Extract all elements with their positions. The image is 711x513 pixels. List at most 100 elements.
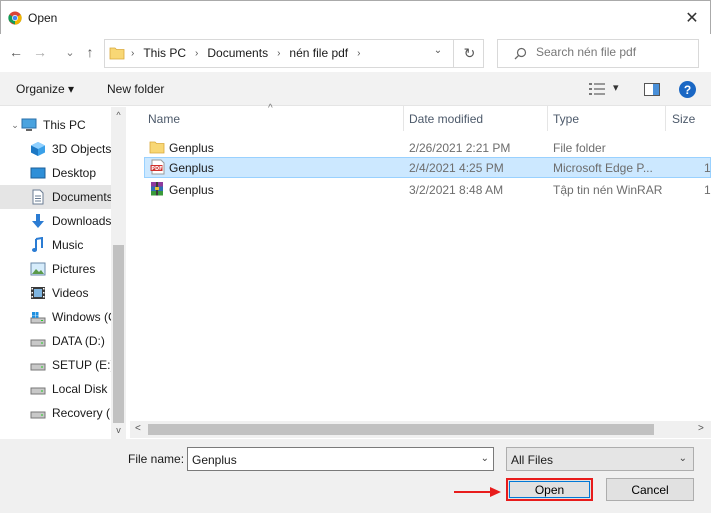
chevron-right-icon[interactable]: › (131, 48, 134, 59)
pdf-icon: PDF (150, 159, 165, 175)
document-icon (32, 189, 44, 205)
view-dropdown-icon[interactable]: ▾ (613, 81, 619, 94)
sidebar-item-pictures[interactable]: Pictures (0, 257, 111, 281)
breadcrumb-documents[interactable]: Documents (207, 46, 268, 60)
desktop-icon (30, 167, 46, 179)
file-row-pdf[interactable]: PDF Genplus 2/4/2021 4:25 PM Microsoft E… (144, 157, 711, 178)
chevron-down-icon: ⌄ (433, 45, 443, 56)
sidebar-scrollbar[interactable]: ^ v (111, 107, 126, 439)
help-icon: ? (683, 82, 692, 97)
column-size[interactable]: Size (672, 112, 695, 126)
recent-locations-button[interactable]: ⌄ (62, 44, 78, 60)
sidebar-item-music[interactable]: Music (0, 233, 111, 257)
chrome-icon (8, 11, 22, 25)
file-size: 1 (704, 161, 711, 175)
file-type-filter[interactable]: All Files ⌄ (506, 447, 694, 471)
download-icon (32, 214, 44, 228)
chevron-down-icon[interactable]: ⌄ (481, 453, 489, 464)
file-name: Genplus (169, 161, 214, 175)
window-title: Open (28, 11, 58, 25)
address-bar[interactable]: › This PC › Documents › nén file pdf › ⌄… (104, 39, 484, 68)
sidebar-item-documents[interactable]: Documents (0, 185, 111, 209)
view-options-icon[interactable] (589, 83, 605, 95)
file-list-horizontal-scrollbar[interactable]: < > (130, 421, 711, 438)
folder-icon (109, 47, 125, 60)
horizontal-scroll-thumb[interactable] (148, 424, 654, 435)
column-divider[interactable] (665, 106, 666, 131)
sidebar-item-downloads[interactable]: Downloads (0, 209, 111, 233)
annotation-arrow-icon (454, 487, 501, 497)
column-divider[interactable] (403, 106, 404, 131)
refresh-button[interactable]: ↻ (453, 40, 485, 67)
file-date: 3/2/2021 8:48 AM (409, 183, 504, 197)
drive-icon (30, 411, 46, 419)
title-bar: Open ✕ (0, 0, 711, 34)
address-history-dropdown[interactable]: ⌄ (428, 45, 448, 56)
sidebar-item-desktop[interactable]: Desktop (0, 161, 111, 185)
file-name-field[interactable]: Genplus ⌄ (187, 447, 494, 471)
scroll-right-icon[interactable]: > (698, 423, 704, 434)
scroll-up-icon[interactable]: ^ (111, 110, 126, 120)
sidebar-item-label: Local Disk ( (52, 382, 111, 396)
arrow-right-icon: → (33, 44, 47, 60)
cube-icon (31, 142, 45, 156)
sidebar-item-label: Music (52, 238, 84, 252)
file-type-filter-value: All Files (511, 453, 554, 467)
sidebar-item-label: DATA (D:) (52, 334, 105, 348)
column-type[interactable]: Type (553, 112, 579, 126)
column-name[interactable]: Name (148, 112, 180, 126)
sidebar-item-label: Pictures (52, 262, 96, 276)
back-button[interactable]: ← (8, 44, 24, 60)
sidebar-item-label: 3D Objects (52, 142, 111, 156)
file-name-value[interactable]: Genplus (192, 453, 237, 467)
chevron-down-icon[interactable]: ⌄ (679, 453, 687, 464)
help-button[interactable]: ? (679, 81, 696, 98)
search-box[interactable] (497, 39, 699, 68)
file-type: Tập tin nén WinRAR (553, 183, 663, 197)
breadcrumb-this-pc[interactable]: This PC (143, 46, 186, 60)
navigation-pane: ⌄ This PC 3D Objects Desktop Documents D… (0, 107, 126, 439)
refresh-icon: ↻ (463, 45, 476, 61)
column-divider[interactable] (547, 106, 548, 131)
breadcrumb-current-folder[interactable]: nén file pdf (289, 46, 348, 60)
file-name: Genplus (169, 183, 214, 197)
sidebar-item-this-pc[interactable]: ⌄ This PC (0, 113, 111, 137)
sort-ascending-icon: ^ (268, 103, 273, 114)
organize-menu[interactable]: Organize ▾ (16, 82, 74, 96)
dialog-footer: File name: Genplus ⌄ All Files ⌄ Open Ca… (0, 439, 711, 513)
file-row-archive[interactable]: Genplus 3/2/2021 8:48 AM Tập tin nén Win… (144, 179, 711, 200)
scroll-left-icon[interactable]: < (135, 423, 141, 434)
sidebar-item-local-disk[interactable]: Local Disk ( (0, 377, 111, 401)
chevron-down-icon[interactable]: ⌄ (9, 120, 21, 131)
sidebar-scroll-thumb[interactable] (113, 245, 124, 423)
sidebar-item-videos[interactable]: Videos (0, 281, 111, 305)
column-date-modified[interactable]: Date modified (409, 112, 483, 126)
sidebar-item-3d-objects[interactable]: 3D Objects (0, 137, 111, 161)
file-row-folder[interactable]: Genplus 2/26/2021 2:21 PM File folder (144, 137, 711, 158)
preview-pane-icon[interactable] (644, 83, 660, 96)
sidebar-item-recovery[interactable]: Recovery (H (0, 401, 111, 425)
svg-text:PDF: PDF (151, 166, 162, 172)
sidebar-item-setup-e[interactable]: SETUP (E:) (0, 353, 111, 377)
open-button[interactable]: Open (506, 478, 593, 501)
file-name: Genplus (169, 141, 214, 155)
sidebar-item-label: This PC (43, 118, 86, 132)
search-input[interactable] (536, 45, 694, 59)
scroll-down-icon[interactable]: v (111, 425, 126, 435)
file-name-label: File name: (128, 452, 185, 466)
music-icon (32, 237, 43, 252)
cancel-button[interactable]: Cancel (606, 478, 694, 501)
chevron-right-icon[interactable]: › (195, 48, 198, 59)
close-icon: ✕ (685, 10, 699, 27)
arrow-left-icon: ← (9, 44, 23, 60)
chevron-right-icon[interactable]: › (277, 48, 280, 59)
chevron-right-icon[interactable]: › (357, 48, 360, 59)
sidebar-item-data-d[interactable]: DATA (D:) (0, 329, 111, 353)
sidebar-item-label: Recovery (H (52, 406, 111, 420)
chevron-down-icon: ⌄ (65, 46, 75, 59)
up-button[interactable]: ↑ (82, 44, 98, 60)
sidebar-item-windows-c[interactable]: Windows (C (0, 305, 111, 329)
new-folder-button[interactable]: New folder (107, 82, 164, 96)
close-button[interactable]: ✕ (680, 6, 704, 30)
forward-button[interactable]: → (32, 44, 48, 60)
